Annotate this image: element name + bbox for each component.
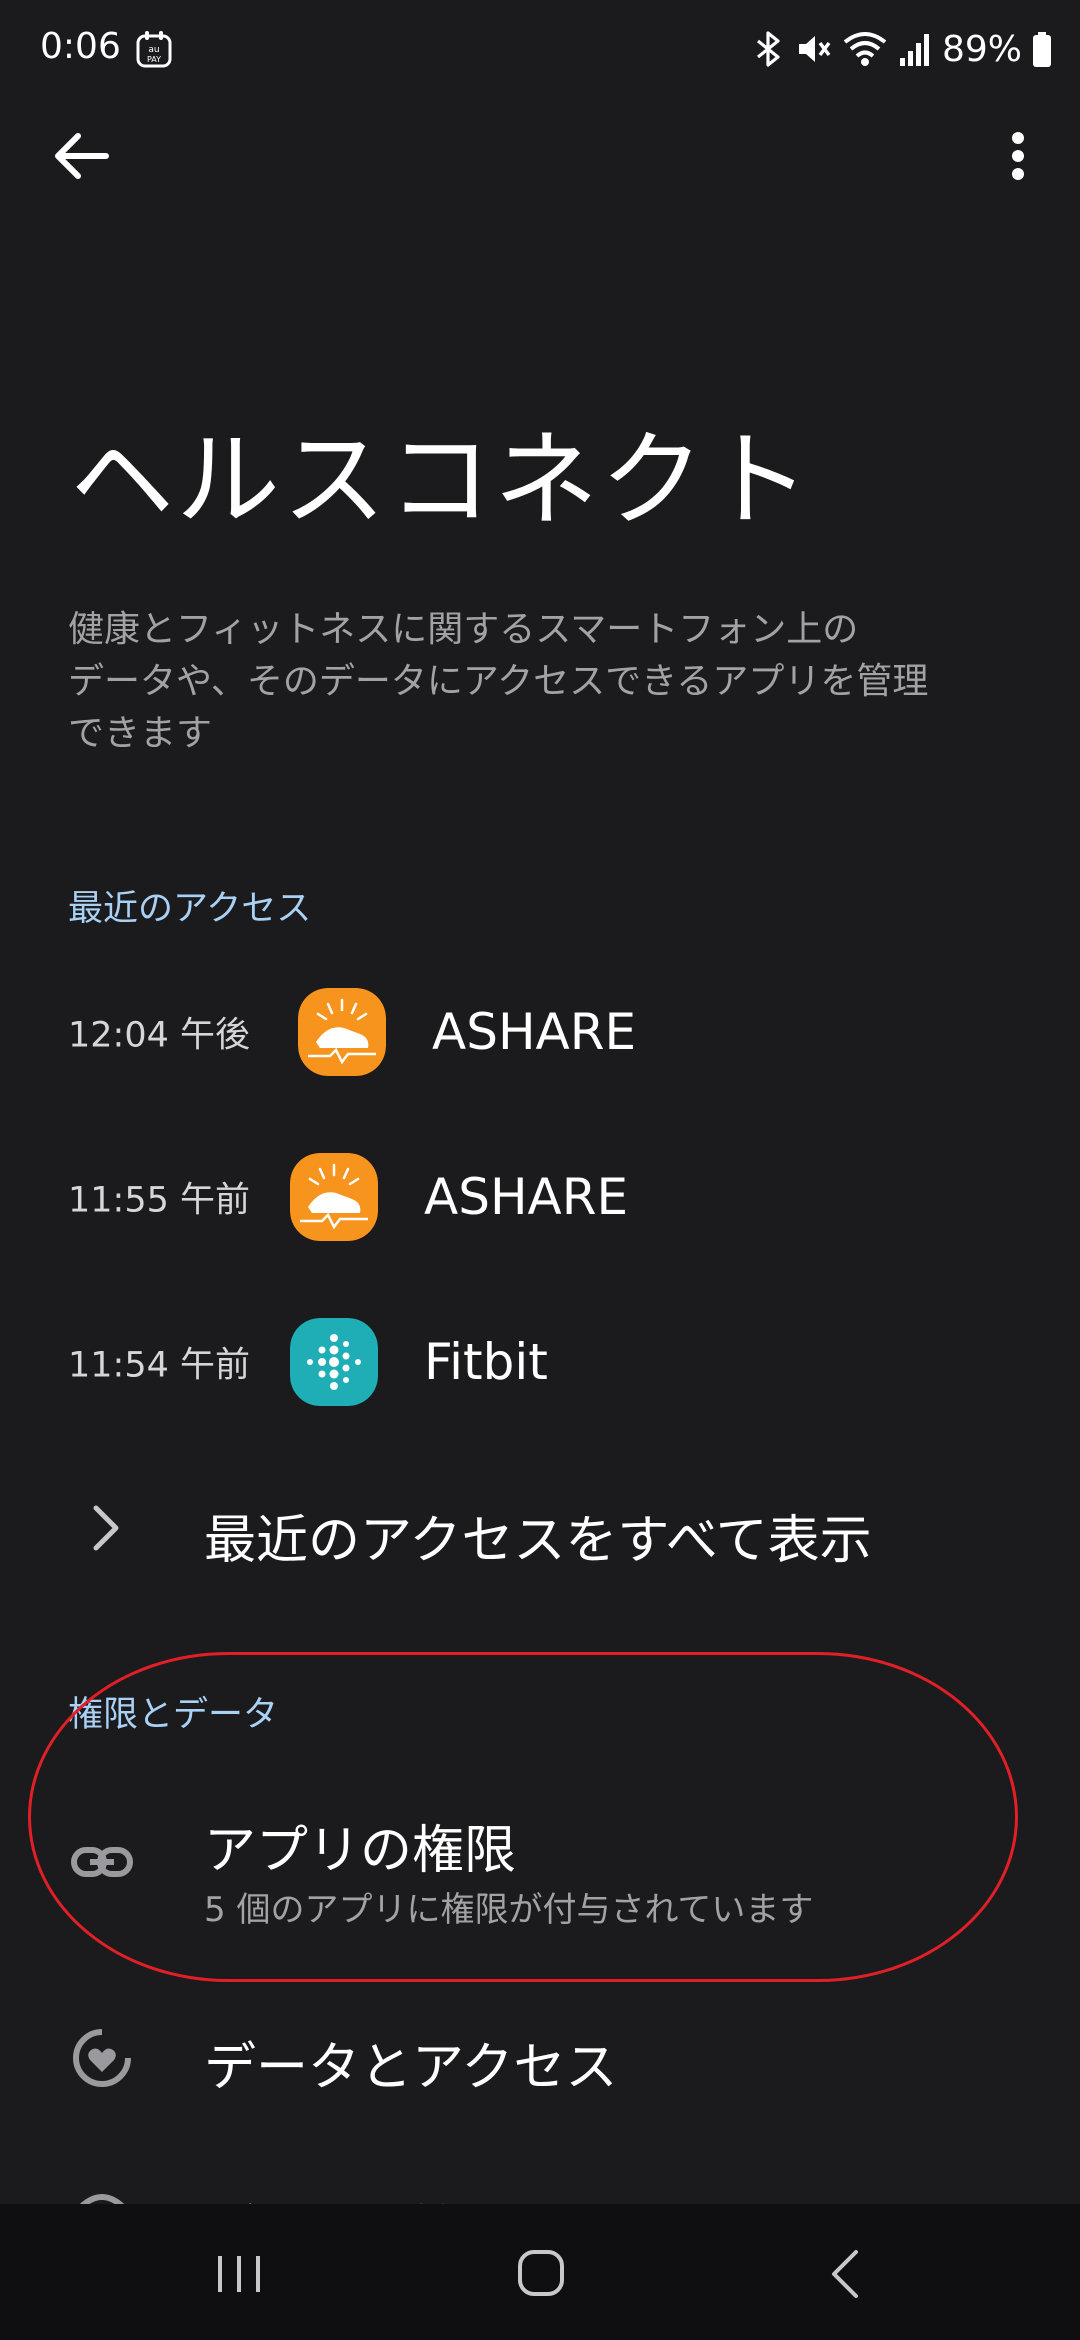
section-title-recent-access: 最近のアクセス — [68, 889, 312, 929]
access-time: 11:54 午前 — [68, 1345, 250, 1386]
data-and-access: データとアクセス — [204, 2038, 618, 2098]
back-arrow-icon[interactable] — [48, 126, 114, 186]
bluetooth-icon — [756, 31, 780, 67]
page-title: ヘルスコネクト — [70, 419, 813, 541]
see-all-recent-access: 最近のアクセスをすべて表示 — [204, 1511, 872, 1571]
au-pay-icon: au PAY — [136, 31, 172, 68]
recent-access-item[interactable]: 11:54 午前 Fitbit — [0, 1292, 1080, 1432]
svg-text:PAY: PAY — [147, 55, 161, 64]
access-time: 12:04 午後 — [68, 1015, 250, 1056]
battery-icon — [1033, 32, 1051, 67]
page-description: 健康とフィットネスに関するスマートフォン上の データや、そのデータにアクセスでき… — [68, 609, 929, 754]
status-time: 0:06 — [40, 26, 121, 67]
recent-access-item[interactable]: 12:04 午後 ASHARE — [0, 962, 1080, 1102]
access-time: 11:55 午前 — [68, 1180, 250, 1221]
ashare-icon — [298, 988, 386, 1076]
svg-text:au: au — [148, 45, 159, 55]
fitbit-icon — [290, 1318, 378, 1406]
chevron-right-icon — [93, 1505, 119, 1551]
status-right: 89% — [754, 24, 1052, 74]
home-icon[interactable] — [506, 2246, 576, 2302]
access-app-name: Fitbit — [424, 1333, 548, 1391]
navigation-bar — [0, 2204, 1080, 2340]
battery-percent: 89% — [941, 28, 1022, 70]
status-bar: 0:06 au PAY 89% — [0, 0, 1080, 100]
recent-access-item[interactable]: 11:55 午前 ASHARE — [0, 1127, 1080, 1267]
more-options-icon[interactable] — [994, 126, 1042, 186]
wifi-icon — [843, 32, 887, 66]
recent-apps-icon[interactable] — [204, 2246, 274, 2302]
ashare-icon — [290, 1153, 378, 1241]
mute-icon — [798, 36, 831, 62]
signal-icon — [899, 34, 929, 66]
access-app-name: ASHARE — [424, 1168, 629, 1226]
highlight-annotation — [28, 1652, 1018, 1982]
access-app-name: ASHARE — [432, 1003, 637, 1061]
back-nav-icon[interactable] — [810, 2246, 880, 2302]
heart-data-icon — [73, 2029, 131, 2087]
